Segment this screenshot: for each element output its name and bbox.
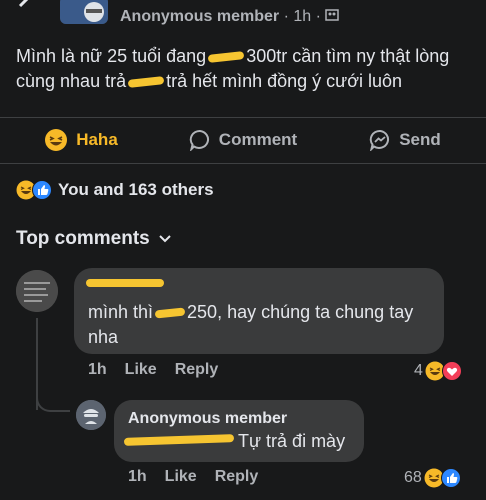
send-label: Send bbox=[399, 130, 441, 149]
haha-button[interactable]: Haha bbox=[0, 128, 162, 152]
like-link[interactable]: Like bbox=[125, 361, 157, 379]
redaction-mark bbox=[154, 307, 186, 319]
group-avatar[interactable] bbox=[60, 0, 108, 24]
back-arrow-icon[interactable] bbox=[14, 0, 36, 16]
redaction-mark bbox=[207, 51, 245, 64]
post-body: Mình là nữ 25 tuổi đang 300tr cần tìm ny … bbox=[16, 44, 476, 94]
messenger-icon bbox=[370, 129, 390, 151]
love-reaction-icon bbox=[441, 361, 462, 381]
like-reaction-icon bbox=[440, 468, 461, 488]
reply-time[interactable]: 1h bbox=[128, 468, 147, 486]
reaction-count-text: You and 163 others bbox=[58, 180, 214, 199]
comment-sort-dropdown[interactable]: Top comments bbox=[16, 228, 172, 250]
anonymous-icon bbox=[76, 400, 106, 430]
commenter-avatar[interactable] bbox=[16, 270, 58, 312]
author-name[interactable]: Anonymous member bbox=[120, 8, 279, 25]
post-text-1: Mình là nữ 25 tuổi đang bbox=[16, 46, 207, 66]
comment-sort-label: Top comments bbox=[16, 228, 150, 249]
divider bbox=[0, 163, 486, 164]
group-privacy-icon bbox=[325, 9, 340, 21]
reply-link[interactable]: Reply bbox=[175, 361, 219, 379]
comment-text-1: mình thì bbox=[88, 302, 154, 322]
anonymous-icon bbox=[60, 0, 108, 24]
reply-text: Tự trả đi mày bbox=[238, 431, 346, 451]
reaction-count: 4 bbox=[414, 362, 423, 379]
post-text-3: trả hết mình đồng ý cưới luôn bbox=[166, 71, 403, 91]
action-bar: Haha Comment Send bbox=[0, 118, 486, 162]
avatar-image-icon bbox=[16, 270, 58, 312]
comment-actions: 1h Like Reply bbox=[88, 361, 218, 379]
reaction-summary[interactable]: You and 163 others bbox=[16, 180, 214, 200]
post-time[interactable]: 1h bbox=[293, 8, 311, 25]
chevron-down-icon bbox=[159, 235, 171, 243]
comment-time[interactable]: 1h bbox=[88, 361, 107, 379]
like-link[interactable]: Like bbox=[165, 468, 197, 486]
comment-label: Comment bbox=[218, 130, 298, 149]
reaction-icons bbox=[16, 180, 52, 200]
reply-avatar[interactable] bbox=[76, 400, 106, 430]
comment-text: mình thì 250, hay chúng ta chung tay nha bbox=[88, 300, 438, 350]
haha-label: Haha bbox=[76, 130, 118, 149]
haha-emoji-icon bbox=[45, 129, 68, 151]
comment-icon bbox=[189, 129, 209, 151]
reply-link[interactable]: Reply bbox=[215, 468, 259, 486]
comment-reactions[interactable]: 4 bbox=[414, 361, 462, 381]
reply-reactions[interactable]: 68 bbox=[404, 468, 461, 488]
post-author: Anonymous member · 1h · bbox=[120, 8, 340, 26]
reply-actions: 1h Like Reply bbox=[128, 468, 258, 486]
reaction-count: 68 bbox=[404, 469, 422, 486]
post-header: Anonymous member · 1h · bbox=[0, 0, 486, 34]
reply-author[interactable]: Anonymous member bbox=[128, 410, 287, 428]
redacted-commenter-name bbox=[86, 279, 164, 287]
redaction-mark bbox=[127, 76, 165, 89]
post-meta: · 1h · bbox=[283, 8, 326, 25]
like-reaction-icon bbox=[32, 180, 52, 200]
comment-button[interactable]: Comment bbox=[162, 129, 324, 151]
send-button[interactable]: Send bbox=[324, 129, 486, 151]
thread-connector bbox=[36, 380, 70, 412]
